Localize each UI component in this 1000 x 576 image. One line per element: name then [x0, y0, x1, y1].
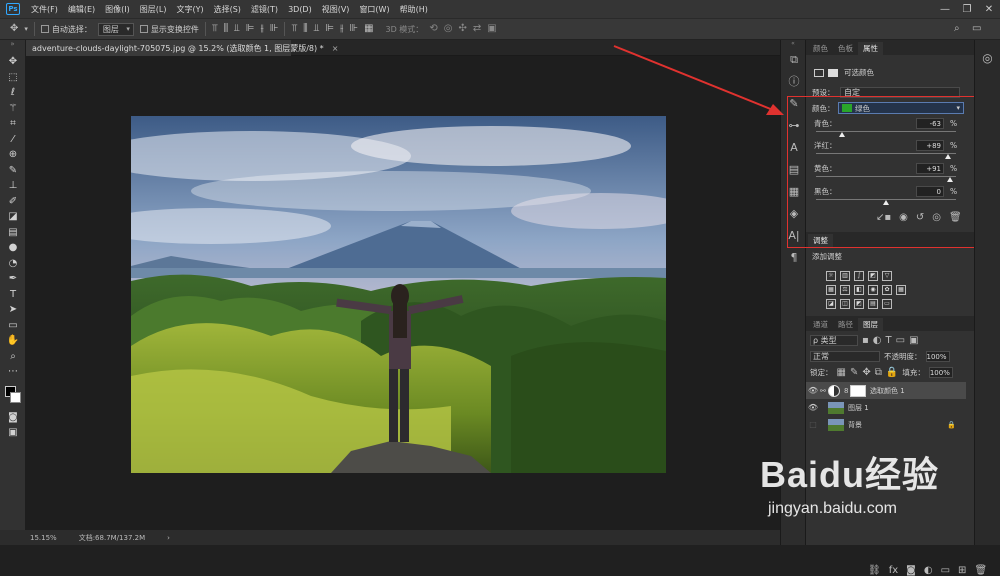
new-group-icon[interactable]: ▭	[941, 566, 950, 576]
delete-layer-icon[interactable]: 🗑	[974, 566, 987, 576]
new-layer-icon[interactable]: ⊞	[958, 566, 966, 576]
add-mask-icon[interactable]: ◙	[906, 566, 916, 576]
layers-footer: ⛓ fx ◙ ◐ ▭ ⊞ 🗑	[868, 566, 1000, 576]
watermark-url: jingyan.baidu.com	[768, 500, 897, 517]
new-adjustment-icon[interactable]: ◐	[924, 566, 933, 576]
baidu-watermark: Baidu经验 jingyan.baidu.com	[760, 446, 990, 526]
watermark-brand: Baidu经验	[760, 454, 940, 495]
fx-icon[interactable]: fx	[889, 566, 898, 576]
link-layers-icon[interactable]: ⛓	[868, 566, 881, 576]
